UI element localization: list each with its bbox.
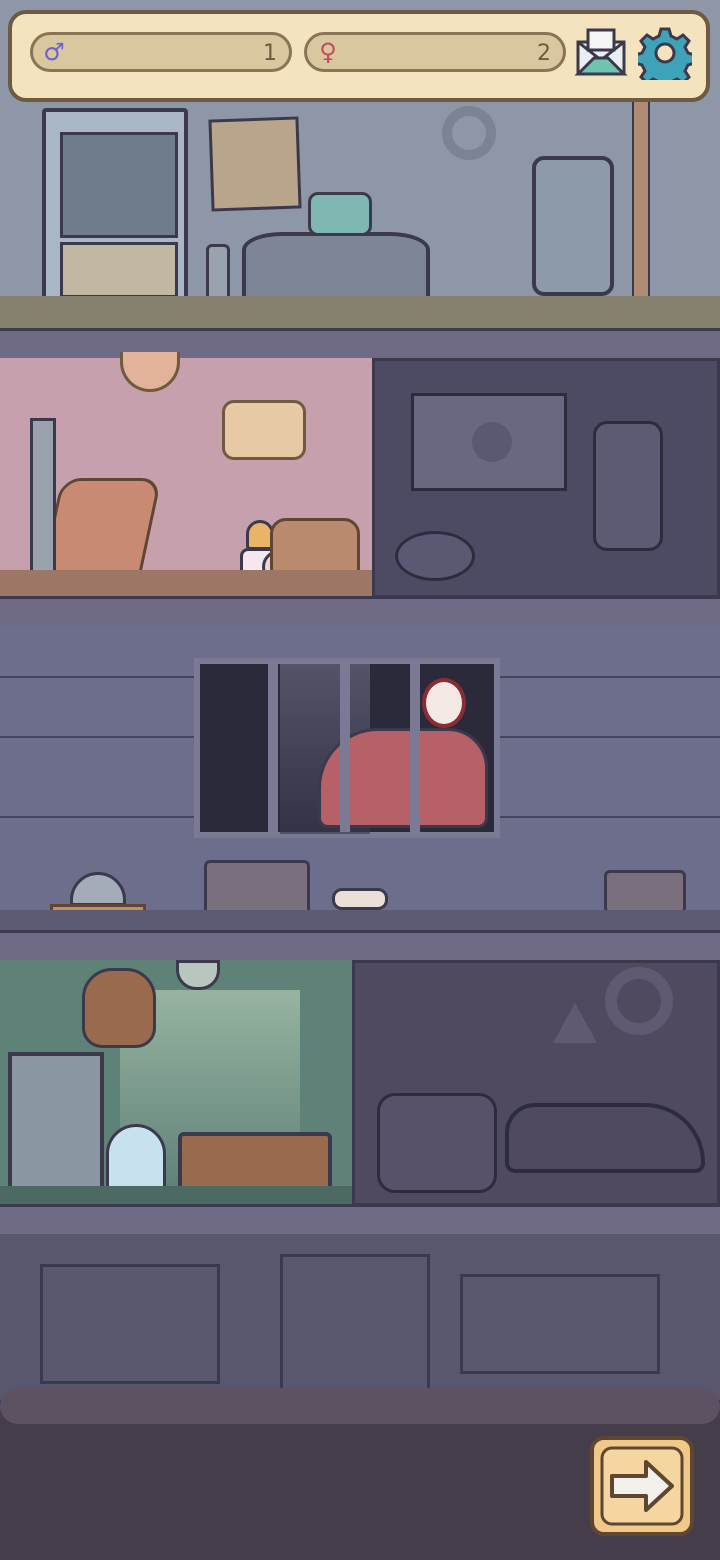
cell-window[interactable] [194, 658, 500, 838]
creature-eye [422, 678, 466, 728]
warning-sign [553, 1003, 597, 1043]
ceiling-lamp [176, 960, 220, 990]
prison-floor [0, 910, 720, 932]
male-symbol-icon: ♂ [43, 38, 65, 66]
punching-bag [593, 421, 663, 551]
weight-plates [395, 531, 475, 581]
settings-button[interactable] [633, 26, 697, 91]
arrow-right-icon [600, 1446, 684, 1526]
prison-bars [410, 664, 420, 832]
car-frame [505, 1103, 705, 1173]
storage-shelf [42, 108, 188, 314]
next-floor-button[interactable] [590, 1436, 694, 1536]
mail-button[interactable] [574, 28, 628, 78]
foundation-panel [460, 1274, 660, 1374]
tire-stack [377, 1093, 497, 1193]
playroom-floor [0, 570, 372, 598]
prison-bars [340, 664, 350, 832]
mail-icon [574, 28, 628, 76]
female-count: 2 [537, 41, 551, 66]
rubble [604, 870, 686, 914]
foundation-panel [40, 1264, 220, 1384]
basement-foundation [0, 1234, 720, 1414]
flag-poster [411, 393, 567, 491]
resource-bar: ♂ 1 ♀ 2 [8, 10, 710, 102]
office-floor [0, 296, 720, 330]
storage-room[interactable] [0, 960, 352, 1206]
filing-cabinet [8, 1052, 104, 1200]
wall-pipes [632, 100, 650, 304]
wall-map-poster [208, 116, 302, 212]
prison-cell[interactable] [0, 626, 720, 932]
female-counter: ♀ 2 [304, 32, 566, 72]
locked-garage-room[interactable] [352, 960, 720, 1206]
male-counter: ♂ 1 [30, 32, 292, 72]
male-count: 1 [263, 41, 277, 66]
wall-ring-decor [605, 967, 673, 1035]
wall-ring-decor [442, 106, 496, 160]
prison-bars [268, 664, 278, 832]
sun-lamp [120, 352, 180, 392]
bone[interactable] [332, 888, 388, 910]
vault-door[interactable] [532, 156, 614, 296]
female-symbol-icon: ♀ [319, 38, 337, 66]
telephone[interactable] [308, 192, 372, 236]
storage-floor [0, 1186, 352, 1206]
deer-head-trophy [82, 968, 156, 1048]
gear-icon [633, 27, 697, 91]
snail-playroom[interactable] [0, 352, 372, 598]
slide-playset [0, 418, 162, 590]
fire-extinguisher [206, 244, 230, 304]
snail-shell-plaque [222, 400, 306, 460]
locked-gym-room[interactable] [372, 358, 720, 598]
foundation-panel [280, 1254, 430, 1394]
